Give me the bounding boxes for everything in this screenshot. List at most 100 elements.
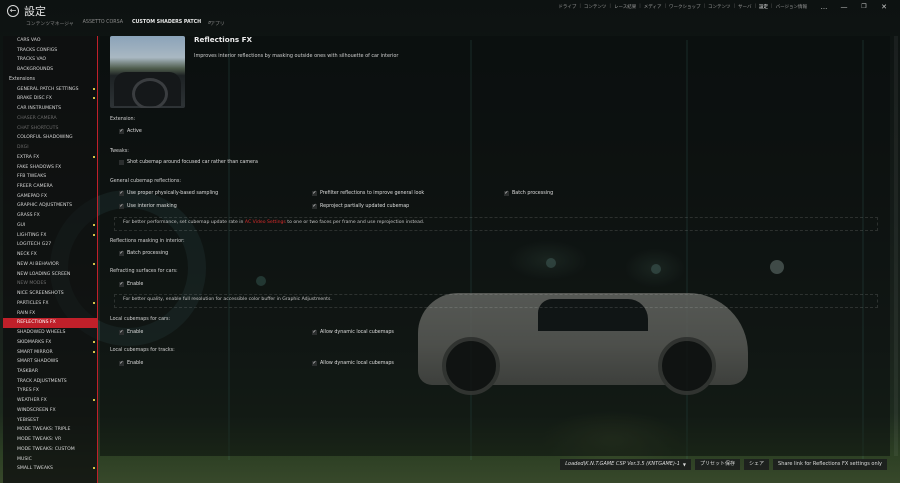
shot-cubemap-checkbox[interactable]: ✓ Shot cubemap around focused car rather…: [119, 160, 258, 165]
check-icon: ✓: [312, 329, 317, 335]
local-tracks-dynamic-checkbox[interactable]: ✓ Allow dynamic local cubemaps: [312, 361, 394, 366]
minimize-icon[interactable]: —: [834, 1, 854, 13]
modified-indicator-icon: [93, 350, 95, 353]
top-nav-item[interactable]: バージョン情報: [776, 4, 807, 10]
local-cars-enable-checkbox[interactable]: ✓ Enable: [119, 330, 143, 335]
sidebar-item[interactable]: BACKGROUNDS: [3, 65, 98, 75]
settings-panel: Reflections FX Improves interior reflect…: [100, 35, 890, 456]
save-preset-button[interactable]: プリセット保存: [694, 459, 740, 470]
batch-processing-checkbox[interactable]: ✓ Batch processing: [504, 191, 553, 196]
top-nav-item[interactable]: ドライブ: [558, 4, 576, 10]
title-bar: ← 設定 コンテンツマネージャ ASSETTO CORSA CUSTOM SHA…: [0, 0, 900, 32]
sidebar-item[interactable]: TRACKS VAO: [3, 55, 98, 65]
sidebar-item[interactable]: REFLECTIONS FX: [3, 318, 98, 329]
sidebar-item[interactable]: BRAKE DISC FX: [3, 94, 98, 104]
tab-apps[interactable]: アプリ: [210, 20, 224, 27]
sidebar-item[interactable]: TASKBAR: [3, 367, 98, 377]
preset-selector[interactable]: Loaded\K.N.T.GAME CSP Ver.3.5 (KNTGAME)-…: [560, 459, 691, 470]
content-scrollbar[interactable]: [894, 36, 898, 456]
sidebar-item[interactable]: FFB TWEAKS: [3, 172, 98, 182]
share-link-button[interactable]: Share link for Reflections FX settings o…: [773, 459, 887, 470]
sidebar-item[interactable]: TRACK ADJUSTMENTS: [3, 377, 98, 387]
sidebar-item[interactable]: NEW LOADING SCREEN: [3, 270, 98, 280]
batch-processing-label: Batch processing: [512, 191, 554, 196]
sidebar-item[interactable]: LIGHTING FX: [3, 231, 98, 241]
sidebar-item[interactable]: MODE TWEAKS: VR: [3, 435, 98, 445]
proper-sampling-checkbox[interactable]: ✓ Use proper physically-based sampling: [119, 191, 218, 196]
reproject-checkbox[interactable]: ✓ Reproject partially updated cubemap: [312, 204, 409, 209]
sidebar-item[interactable]: CARS VAO: [3, 36, 98, 46]
sidebar-item[interactable]: CHASER CAMERA: [3, 114, 98, 124]
sidebar-item-label: EXTRA FX: [17, 154, 40, 160]
sidebar-item[interactable]: TYRES FX: [3, 386, 98, 396]
restore-icon[interactable]: ❐: [854, 1, 874, 13]
sidebar-item[interactable]: GAMEPAD FX: [3, 192, 98, 202]
top-nav-item[interactable]: コンテンツ: [708, 4, 731, 10]
sidebar-item[interactable]: SKIDMARKS FX: [3, 338, 98, 348]
share-button[interactable]: シェア: [744, 459, 770, 470]
top-nav-item[interactable]: 設定: [759, 4, 768, 10]
search-icon[interactable]: ⌕: [208, 19, 211, 27]
sidebar-item[interactable]: GRASS FX: [3, 211, 98, 221]
sidebar-item[interactable]: LOGITECH G27: [3, 240, 98, 250]
sidebar-item[interactable]: NEW AI BEHAVIOR: [3, 260, 98, 270]
sidebar-item[interactable]: RAIN FX: [3, 309, 98, 319]
ac-video-settings-link[interactable]: AC Video Settings: [245, 220, 286, 225]
sidebar-item[interactable]: FAKE SHADOWS FX: [3, 163, 98, 173]
sidebar-item[interactable]: GENERAL PATCH SETTINGS: [3, 85, 98, 95]
sidebar-item[interactable]: NEW MODES: [3, 279, 98, 289]
sidebar-item[interactable]: COLORFUL SHADOWING: [3, 133, 98, 143]
tab-assetto-corsa[interactable]: ASSETTO CORSA: [83, 20, 123, 27]
check-icon: ✓: [119, 329, 124, 335]
sidebar-item[interactable]: SHADOWED WHEELS: [3, 328, 98, 338]
check-icon: ✓: [312, 190, 317, 196]
top-nav-item[interactable]: レース結果: [614, 4, 636, 10]
active-checkbox[interactable]: ✓ Active: [119, 129, 142, 134]
sidebar-item[interactable]: NECK FX: [3, 250, 98, 260]
sidebar-scrollbar[interactable]: [97, 36, 98, 483]
sidebar-item[interactable]: GUI: [3, 221, 98, 231]
back-arrow-icon[interactable]: ←: [7, 5, 19, 17]
top-nav-item[interactable]: ワークショップ: [669, 4, 701, 10]
top-nav-item[interactable]: コンテンツ: [584, 4, 607, 10]
sidebar-item[interactable]: CAR INSTRUMENTS: [3, 104, 98, 114]
interior-masking-checkbox[interactable]: ✓ Use interior masking: [119, 204, 177, 209]
modified-indicator-icon: [93, 87, 95, 90]
check-icon: ✓: [119, 360, 124, 366]
tab-content-manager[interactable]: コンテンツマネージャ: [26, 20, 74, 27]
sidebar-item[interactable]: SMART MIRROR: [3, 348, 98, 358]
sidebar-item[interactable]: PARTICLES FX: [3, 299, 98, 309]
local-tracks-enable-checkbox[interactable]: ✓ Enable: [119, 361, 143, 366]
sidebar-item-label: SMALL TWEAKS: [17, 466, 53, 472]
close-icon[interactable]: ✕: [874, 1, 894, 13]
sidebar-item[interactable]: MODE TWEAKS: CUSTOM: [3, 445, 98, 455]
sidebar-item[interactable]: CHAT SHORTCUTS: [3, 124, 98, 134]
sidebar-item[interactable]: DXGI: [3, 143, 98, 153]
sidebar-item[interactable]: YEBISEST: [3, 416, 98, 426]
sidebar-item[interactable]: FREER CAMERA: [3, 182, 98, 192]
sidebar-item[interactable]: WINDSCREEN FX: [3, 406, 98, 416]
sidebar-item[interactable]: NICE SCREENSHOTS: [3, 289, 98, 299]
local-cars-dynamic-checkbox[interactable]: ✓ Allow dynamic local cubemaps: [312, 330, 394, 335]
sidebar-item[interactable]: SMALL TWEAKS: [3, 464, 98, 474]
sidebar-item[interactable]: WEATHER FX: [3, 396, 98, 406]
sidebar-item-label: TRACKS CONFIGS: [17, 47, 58, 53]
top-nav-item[interactable]: サーバ: [738, 4, 751, 10]
modified-indicator-icon: [93, 262, 95, 265]
nav-separator: |: [609, 4, 611, 9]
extension-description: Improves interior reflections by masking…: [194, 53, 399, 59]
tab-custom-shaders-patch[interactable]: CUSTOM SHADERS PATCH: [132, 20, 201, 27]
sidebar-item[interactable]: SMART SHADOWS: [3, 357, 98, 367]
nav-separator: |: [754, 4, 757, 9]
refracting-enable-checkbox[interactable]: ✓ Enable: [119, 282, 143, 287]
sidebar-item[interactable]: EXTRA FX: [3, 153, 98, 163]
sidebar-item[interactable]: MODE TWEAKS: TRIPLE: [3, 425, 98, 435]
sidebar-item[interactable]: GRAPHIC ADJUSTMENTS: [3, 201, 98, 211]
masking-batch-checkbox[interactable]: ✓ Batch processing: [119, 251, 168, 256]
top-nav-item[interactable]: メディア: [644, 4, 662, 10]
sidebar-item[interactable]: MUSIC: [3, 455, 98, 465]
sidebar-item[interactable]: TRACKS CONFIGS: [3, 46, 98, 56]
sidebar-item-label: BACKGROUNDS: [17, 67, 54, 73]
more-icon[interactable]: ...: [814, 1, 834, 13]
prefilter-checkbox[interactable]: ✓ Prefilter reflections to improve gener…: [312, 191, 424, 196]
